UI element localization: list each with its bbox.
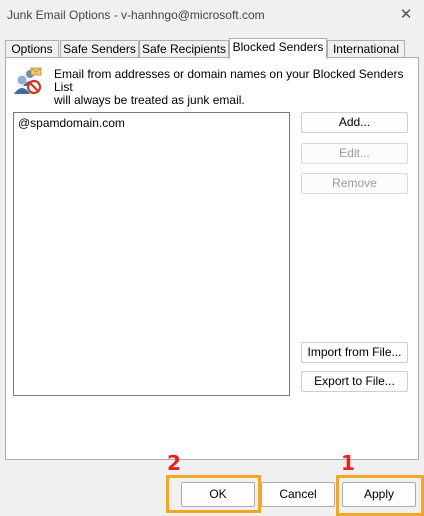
add-button[interactable]: Add... bbox=[301, 112, 408, 133]
info-text-line-1: Email from addresses or domain names on … bbox=[54, 67, 404, 94]
info-text-line-2: will always be treated as junk email. bbox=[54, 93, 245, 107]
junk-email-options-dialog: Junk Email Options - v-hanhngo@microsoft… bbox=[0, 0, 424, 516]
import-from-file-button[interactable]: Import from File... bbox=[301, 342, 408, 363]
cancel-button[interactable]: Cancel bbox=[261, 482, 335, 507]
ok-button[interactable]: OK bbox=[181, 482, 255, 507]
tab-strip: Options Safe Senders Safe Recipients Blo… bbox=[5, 38, 419, 59]
list-item[interactable]: @spamdomain.com bbox=[18, 116, 125, 130]
remove-button[interactable]: Remove bbox=[301, 173, 408, 194]
title-bar: Junk Email Options - v-hanhngo@microsoft… bbox=[0, 0, 424, 30]
step-number-apply: 1 bbox=[341, 451, 355, 475]
tab-blocked-senders[interactable]: Blocked Senders bbox=[229, 38, 327, 59]
apply-button[interactable]: Apply bbox=[342, 482, 416, 507]
step-number-ok: 2 bbox=[167, 451, 181, 475]
tab-safe-senders[interactable]: Safe Senders bbox=[60, 40, 139, 58]
close-icon[interactable]: ✕ bbox=[396, 6, 416, 24]
export-to-file-button[interactable]: Export to File... bbox=[301, 371, 408, 392]
info-description: Email from addresses or domain names on … bbox=[54, 68, 404, 107]
tab-international[interactable]: International bbox=[327, 40, 405, 58]
tab-safe-recipients[interactable]: Safe Recipients bbox=[139, 40, 229, 58]
window-title: Junk Email Options - v-hanhngo@microsoft… bbox=[7, 8, 265, 22]
blocked-senders-icon bbox=[12, 66, 42, 96]
edit-button[interactable]: Edit... bbox=[301, 143, 408, 164]
blocked-senders-list[interactable]: @spamdomain.com bbox=[13, 112, 290, 396]
tab-options[interactable]: Options bbox=[5, 40, 59, 58]
